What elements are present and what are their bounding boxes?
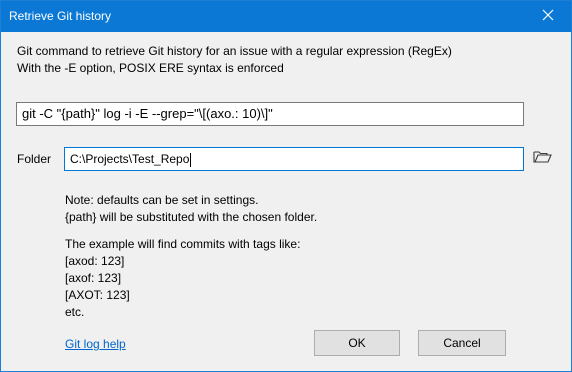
note-line-1: Note: defaults can be set in settings.: [65, 193, 259, 207]
description-line-1: Git command to retrieve Git history for …: [17, 44, 452, 58]
window-title: Retrieve Git history: [9, 9, 112, 23]
dialog-window: Retrieve Git history Git command to retr…: [0, 0, 572, 372]
git-command-input[interactable]: git -C "{path}" log -i -E --grep="\[(axo…: [16, 102, 524, 126]
close-icon: [542, 9, 554, 24]
example-item: [axof: 123]: [65, 271, 122, 285]
example-item: etc.: [65, 305, 85, 319]
dialog-content: Git command to retrieve Git history for …: [1, 32, 571, 371]
folder-label: Folder: [17, 152, 52, 166]
example-item: [AXOT: 123]: [65, 288, 130, 302]
example-intro: The example will find commits with tags …: [65, 237, 301, 251]
open-folder-icon: [533, 149, 553, 168]
cancel-button[interactable]: Cancel: [418, 330, 506, 356]
browse-folder-button[interactable]: [532, 148, 554, 168]
git-log-help-link[interactable]: Git log help: [65, 337, 126, 351]
close-button[interactable]: [525, 1, 571, 32]
text-caret: [190, 152, 192, 167]
example-text: The example will find commits with tags …: [65, 236, 300, 321]
description-line-2: With the -E option, POSIX ERE syntax is …: [17, 61, 284, 75]
folder-input-value: C:\Projects\Test_Repo: [70, 152, 190, 166]
note-line-2: {path} will be substituted with the chos…: [65, 210, 318, 224]
title-bar: Retrieve Git history: [1, 1, 571, 32]
description: Git command to retrieve Git history for …: [17, 43, 452, 77]
ok-button[interactable]: OK: [314, 330, 400, 356]
folder-input[interactable]: C:\Projects\Test_Repo: [64, 147, 524, 171]
note-text: Note: defaults can be set in settings. {…: [65, 192, 317, 226]
example-item: [axod: 123]: [65, 254, 125, 268]
